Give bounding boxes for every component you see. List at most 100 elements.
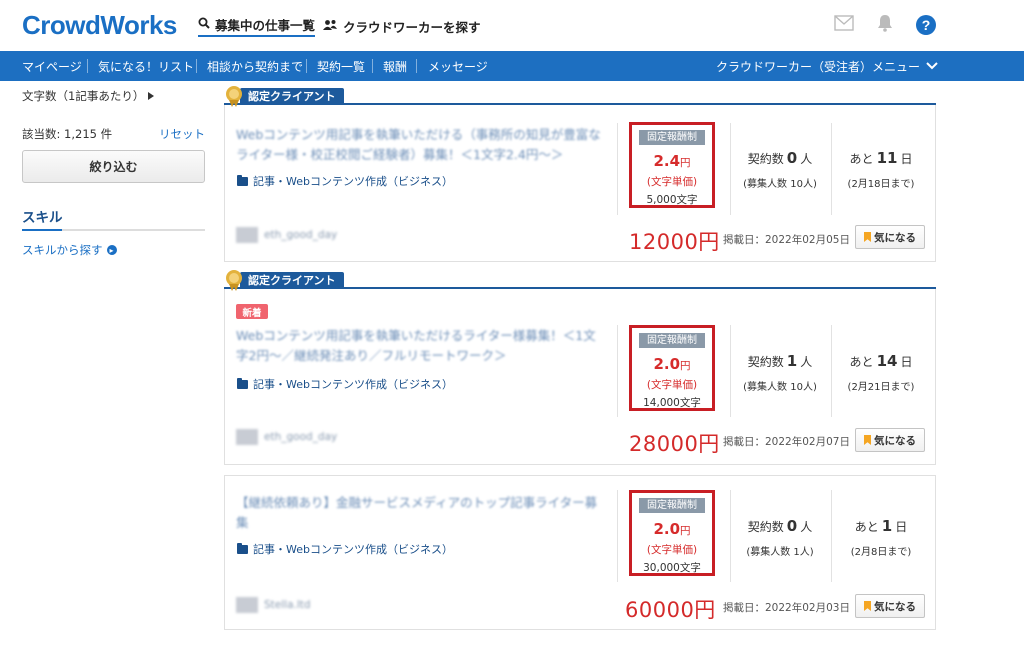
unit-price-yen: 円 [680, 525, 691, 537]
favorite-button[interactable]: 気になる [855, 594, 925, 618]
mail-icon[interactable] [834, 15, 854, 34]
favorite-button[interactable]: 気になる [855, 428, 925, 452]
contract-unit: 人 [800, 355, 813, 369]
nav-contracts[interactable]: 契約一覧 [317, 51, 365, 81]
find-worker-label: クラウドワーカーを探す [343, 19, 481, 35]
remaining-unit: 日 [900, 355, 913, 369]
deadline: (2月8日まで) [850, 547, 912, 558]
deadline: (2月21日まで) [847, 382, 915, 393]
help-icon[interactable]: ? [916, 14, 936, 35]
find-worker-link[interactable]: クラウドワーカーを探す [323, 15, 481, 37]
job-category[interactable]: 記事・Webコンテンツ作成（ビジネス） [237, 541, 453, 557]
job-title[interactable]: Webコンテンツ用記事を執筆いただけるライター様募集！＜1文字2円〜／継続発注あ… [236, 326, 601, 366]
favorite-button[interactable]: 気になる [855, 225, 925, 249]
price-unit: (文字単価) [646, 544, 698, 556]
client-info[interactable]: eth_good_day [236, 227, 337, 243]
nav-favorites[interactable]: 気になる！リスト [98, 51, 194, 81]
contract-count: 0 [786, 149, 798, 167]
contract-count: 1 [786, 352, 798, 370]
unit-price: 2.4円 [632, 152, 712, 170]
job-title[interactable]: Webコンテンツ用記事を執筆いただける（事務所の知見が豊富なライター様・校正校閲… [236, 125, 601, 165]
favorite-label: 気になる [874, 231, 916, 244]
job-title[interactable]: 【継続依頼あり】金融サービスメディアのトップ記事ライター募集 [236, 493, 601, 533]
client-name: eth_good_day [264, 431, 338, 443]
skill-heading: スキル [22, 210, 63, 226]
client-avatar [236, 597, 258, 613]
unit-price-yen: 円 [680, 360, 691, 372]
job-category[interactable]: 記事・Webコンテンツ作成（ビジネス） [237, 173, 453, 189]
bookmark-icon [864, 435, 871, 445]
nav-rewards[interactable]: 報酬 [383, 51, 407, 81]
client-avatar [236, 227, 258, 243]
skill-divider [22, 229, 205, 231]
contract-unit: 人 [800, 152, 813, 166]
pay-type-badge: 固定報酬制 [639, 498, 705, 513]
contract-label: 契約数 [747, 520, 784, 534]
nav-consult[interactable]: 相談から契約まで [207, 51, 303, 81]
client-info[interactable]: eth_good_day [236, 429, 337, 445]
remaining-days: 11 [876, 149, 898, 167]
contract-count: 0 [786, 517, 798, 535]
caret-right-icon [147, 89, 154, 103]
filter-button[interactable]: 絞り込む [22, 150, 205, 183]
total-price: 28000円 [629, 432, 720, 456]
client-name: Stella.ltd [264, 599, 311, 611]
contract-label: 契約数 [747, 355, 784, 369]
char-count: 5,000文字 [646, 194, 698, 206]
medal-icon [224, 85, 244, 107]
remaining-label: あと [854, 520, 879, 534]
posted-date: 掲載日：2022年02月05日 [723, 234, 850, 246]
folder-icon [237, 174, 248, 186]
certified-client-label: 認定クライアント [240, 87, 344, 105]
new-badge: 新着 [236, 304, 268, 319]
price-unit: (文字単価) [646, 176, 698, 188]
contract-stat: 契約数 0 人 (募集人数 1人) [730, 517, 830, 558]
nav-mypage[interactable]: マイページ [22, 51, 82, 81]
job-category-label: 記事・Webコンテンツ作成（ビジネス） [253, 175, 453, 188]
skill-search-label: スキルから探す [22, 243, 103, 257]
char-count: 14,000文字 [643, 397, 701, 409]
price-box: 固定報酬制 2.0円 (文字単価) 14,000文字 [629, 325, 715, 411]
folder-icon [237, 542, 248, 554]
bell-icon[interactable] [876, 14, 894, 35]
job-card: Webコンテンツ用記事を執筆いただける（事務所の知見が豊富なライター様・校正校閲… [224, 105, 936, 262]
job-category[interactable]: 記事・Webコンテンツ作成（ビジネス） [237, 376, 453, 392]
job-list-label: 募集中の仕事一覧 [215, 17, 316, 33]
remaining-stat: あと 14 日 (2月21日まで) [831, 352, 931, 393]
reset-link[interactable]: リセット [159, 126, 205, 142]
nav-divider [306, 59, 307, 73]
char-count-filter[interactable]: 文字数（1記事あたり） [22, 88, 154, 104]
favorite-label: 気になる [874, 600, 916, 613]
remaining-label: あと [849, 355, 874, 369]
contract-stat: 契約数 0 人 (募集人数 10人) [730, 149, 830, 190]
unit-price-yen: 円 [680, 157, 691, 169]
nav-divider [416, 59, 417, 73]
job-list-link[interactable]: 募集中の仕事一覧 [198, 15, 316, 37]
price-unit: (文字単価) [646, 379, 698, 391]
nav-messages[interactable]: メッセージ [428, 51, 488, 81]
char-count: 30,000文字 [643, 562, 701, 574]
header-icons: ? [834, 14, 936, 35]
worker-menu[interactable]: クラウドワーカー（受注者）メニュー [716, 51, 938, 81]
contract-label: 契約数 [747, 152, 784, 166]
unit-price-value: 2.4 [653, 152, 681, 170]
job-category-label: 記事・Webコンテンツ作成（ビジネス） [253, 378, 453, 391]
remaining-label: あと [849, 152, 874, 166]
recruit-count: (募集人数 1人) [746, 547, 814, 558]
crowdworks-logo[interactable]: CrowdWorks [22, 10, 177, 41]
skill-search-link[interactable]: スキルから探す ▸ [22, 242, 117, 258]
medal-icon [224, 269, 244, 291]
favorite-label: 気になる [874, 434, 916, 447]
deadline: (2月18日まで) [847, 179, 915, 190]
site-header: CrowdWorks 募集中の仕事一覧 クラウドワーカーを探す ? [0, 0, 1024, 51]
price-box: 固定報酬制 2.0円 (文字単価) 30,000文字 [629, 490, 715, 576]
main-nav: マイページ 気になる！リスト 相談から契約まで 契約一覧 報酬 メッセージ クラ… [0, 51, 1024, 81]
client-info[interactable]: Stella.ltd [236, 597, 311, 613]
posted-date: 掲載日：2022年02月03日 [723, 602, 850, 614]
nav-divider [196, 59, 197, 73]
job-card: 【継続依頼あり】金融サービスメディアのトップ記事ライター募集 記事・Webコンテ… [224, 475, 936, 630]
pay-type-badge: 固定報酬制 [639, 333, 705, 348]
contract-unit: 人 [800, 520, 813, 534]
users-icon [323, 19, 338, 34]
client-avatar [236, 429, 258, 445]
